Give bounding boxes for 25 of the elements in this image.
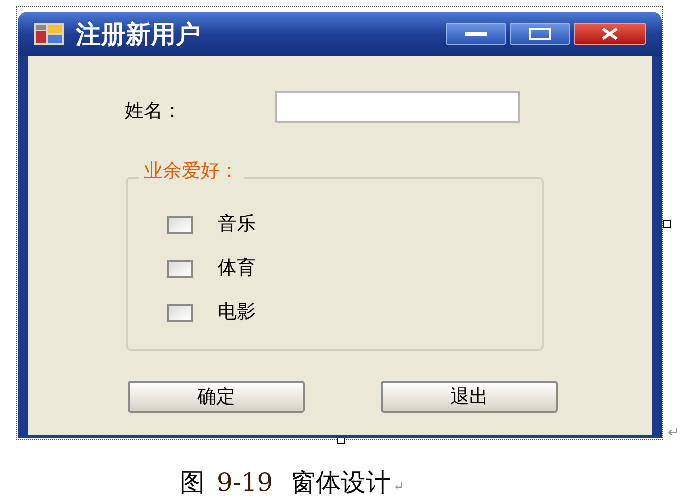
paragraph-mark: ↵ <box>393 480 405 494</box>
checkbox[interactable] <box>167 216 193 234</box>
ok-button[interactable]: 确定 <box>128 381 305 413</box>
checkbox[interactable] <box>167 260 193 278</box>
group-box-legend: 业余爱好： <box>139 162 244 181</box>
resize-handle[interactable] <box>663 220 671 228</box>
form-icon <box>34 23 64 45</box>
name-input-field[interactable] <box>275 91 520 123</box>
close-button[interactable] <box>574 23 646 45</box>
checkbox[interactable] <box>167 304 193 322</box>
minimize-button[interactable] <box>446 23 506 45</box>
window-title: 注册新用户 <box>76 22 201 46</box>
checkbox-label: 电影 <box>218 303 256 322</box>
figure-label: 图 <box>180 470 205 495</box>
checkbox-label: 体育 <box>218 259 256 278</box>
exit-button[interactable]: 退出 <box>381 381 558 413</box>
maximize-icon <box>529 28 551 40</box>
figure-caption: 窗体设计 <box>291 470 392 495</box>
checkbox-label: 音乐 <box>218 215 256 234</box>
minimize-icon <box>465 31 487 37</box>
maximize-button[interactable] <box>510 23 570 45</box>
figure-number: 9-19 <box>217 470 274 495</box>
field-label: 姓名： <box>125 102 182 121</box>
close-icon <box>601 28 619 40</box>
paragraph-mark: ↵ <box>668 426 680 440</box>
